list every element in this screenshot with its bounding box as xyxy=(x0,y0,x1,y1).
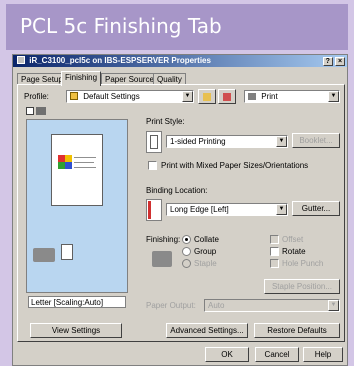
ok-button[interactable]: OK xyxy=(205,347,249,362)
hole-punch-checkbox[interactable] xyxy=(270,259,279,268)
binding-location-label: Binding Location: xyxy=(146,186,208,195)
finishing-panel: Profile: Default Settings ▼ Print ▼ Lett… xyxy=(17,84,345,342)
finishing-device-icon xyxy=(152,251,172,267)
dialog-titlebar: iR_C3100_pcl5c on IBS-ESPSERVER Properti… xyxy=(13,55,347,67)
staple-label: Staple xyxy=(194,259,217,268)
staple-radio[interactable] xyxy=(182,259,191,268)
rotate-label: Rotate xyxy=(282,247,306,256)
finishing-label: Finishing: xyxy=(146,235,181,244)
offset-label: Offset xyxy=(282,235,304,244)
paper-output-label: Paper Output: xyxy=(146,301,196,310)
printer-device-icon xyxy=(33,248,55,262)
binding-location-select[interactable]: Long Edge [Left] ▼ xyxy=(166,203,288,216)
output-paper-icon xyxy=(61,244,73,260)
binding-location-value: Long Edge [Left] xyxy=(170,205,229,214)
group-label: Group xyxy=(194,247,217,256)
profile-label: Profile: xyxy=(24,92,49,101)
view-settings-button[interactable]: View Settings xyxy=(30,323,122,338)
add-profile-icon xyxy=(203,93,211,101)
print-style-value: 1-sided Printing xyxy=(170,137,226,146)
cancel-button[interactable]: Cancel xyxy=(255,347,299,362)
edit-profile-button[interactable] xyxy=(218,89,236,104)
advanced-settings-button[interactable]: Advanced Settings... xyxy=(166,323,248,338)
close-button[interactable]: × xyxy=(335,57,345,66)
profile-icon xyxy=(70,92,78,100)
hole-punch-label: Hole Punch xyxy=(282,259,324,268)
tab-finishing[interactable]: Finishing xyxy=(61,71,102,86)
chevron-down-icon: ▼ xyxy=(328,91,339,102)
slide-caption: PCL 5c Finishing Tab xyxy=(6,4,348,50)
collate-radio[interactable] xyxy=(182,235,191,244)
mixed-paper-label: Print with Mixed Paper Sizes/Orientation… xyxy=(161,161,309,170)
staple-position-button[interactable]: Staple Position... xyxy=(264,279,340,294)
booklet-button[interactable]: Booklet... xyxy=(292,133,340,148)
edit-profile-icon xyxy=(223,93,231,101)
print-style-select[interactable]: 1-sided Printing ▼ xyxy=(166,135,288,148)
properties-dialog: iR_C3100_pcl5c on IBS-ESPSERVER Properti… xyxy=(12,54,348,366)
chevron-down-icon: ▼ xyxy=(328,300,339,311)
chevron-down-icon: ▼ xyxy=(276,204,287,215)
paper-output-value: Auto xyxy=(208,301,225,310)
page-preview xyxy=(51,134,103,206)
output-method-select[interactable]: Print ▼ xyxy=(244,90,340,103)
paper-size-caption: Letter [Scaling:Auto] xyxy=(28,296,126,308)
page-view-icon[interactable] xyxy=(26,107,34,115)
help-title-button[interactable]: ? xyxy=(322,57,333,66)
long-edge-left-icon xyxy=(146,199,162,221)
collate-label: Collate xyxy=(194,235,219,244)
help-button[interactable]: Help xyxy=(303,347,343,362)
restore-defaults-button[interactable]: Restore Defaults xyxy=(254,323,340,338)
paper-output-select[interactable]: Auto ▼ xyxy=(204,299,340,312)
group-radio[interactable] xyxy=(182,247,191,256)
preview-pane xyxy=(26,119,128,293)
chevron-down-icon: ▼ xyxy=(182,91,193,102)
mixed-paper-checkbox[interactable] xyxy=(148,161,157,170)
gutter-button[interactable]: Gutter... xyxy=(292,201,340,216)
output-method-value: Print xyxy=(261,92,278,101)
rotate-checkbox[interactable] xyxy=(270,247,279,256)
offset-checkbox[interactable] xyxy=(270,235,279,244)
profile-value: Default Settings xyxy=(83,92,140,101)
printer-view-icon[interactable] xyxy=(36,107,46,115)
preview-logo-icon xyxy=(58,155,72,169)
dialog-title: iR_C3100_pcl5c on IBS-ESPSERVER Properti… xyxy=(29,56,211,65)
add-profile-button[interactable] xyxy=(198,89,216,104)
printer-icon xyxy=(17,56,25,64)
print-style-label: Print Style: xyxy=(146,117,185,126)
one-sided-icon xyxy=(146,131,162,153)
print-icon xyxy=(248,93,256,100)
chevron-down-icon: ▼ xyxy=(276,136,287,147)
profile-select[interactable]: Default Settings ▼ xyxy=(66,90,194,103)
